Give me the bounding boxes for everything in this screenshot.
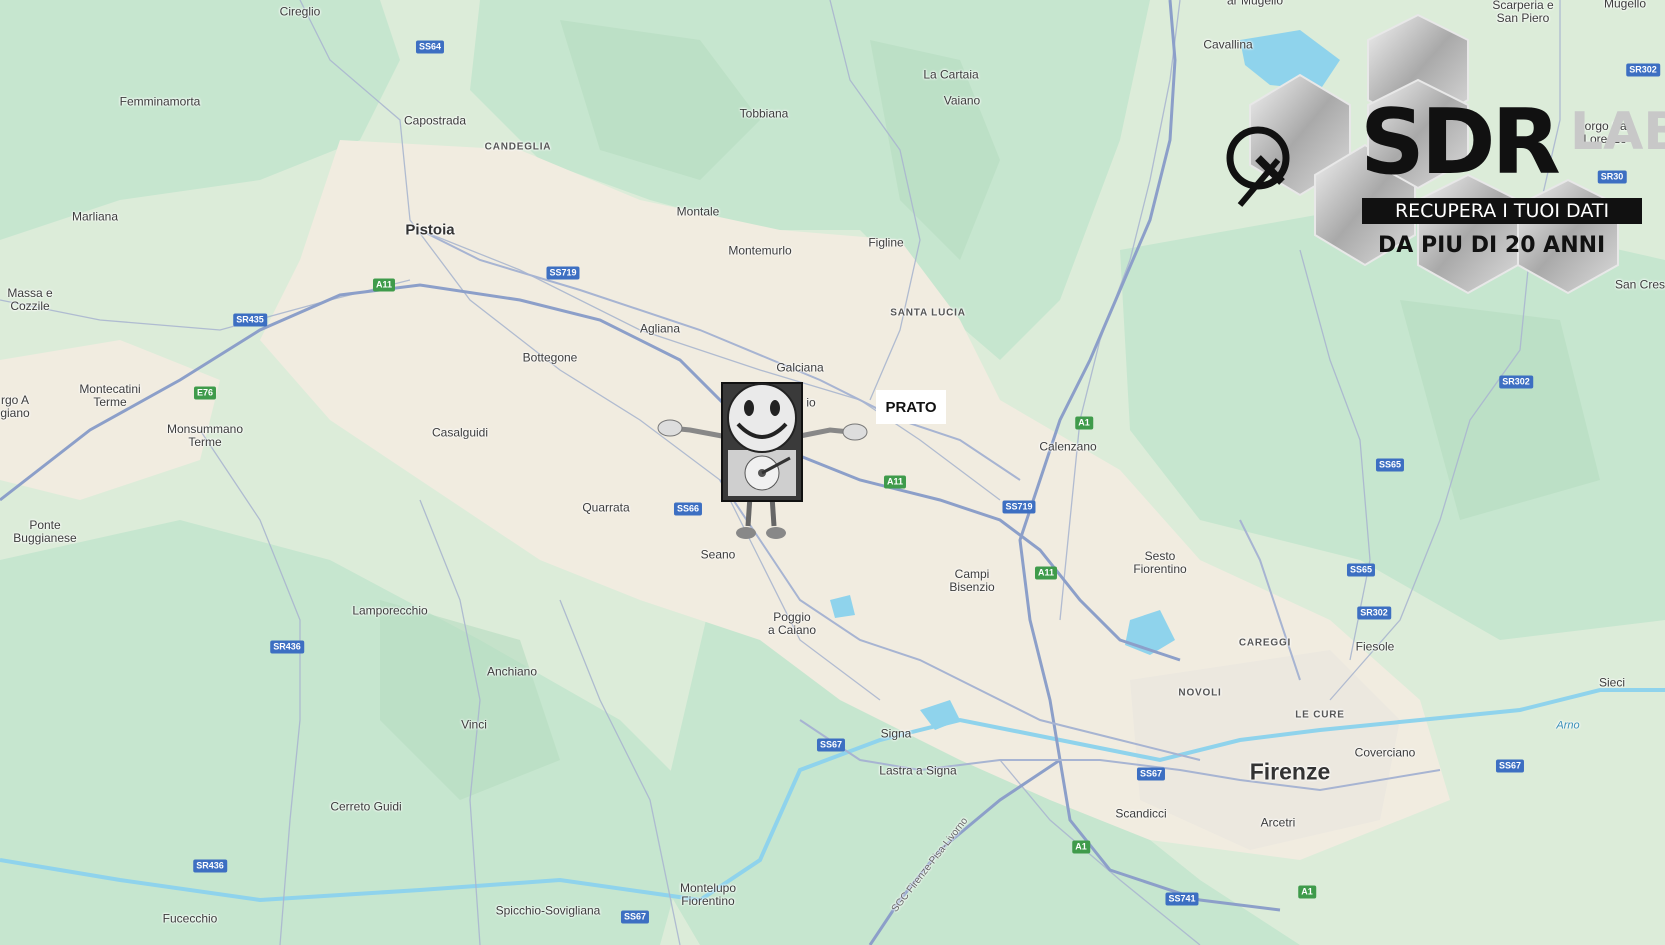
place-label[interactable]: Fucecchio xyxy=(163,912,218,926)
place-label[interactable]: Montelupo Fiorentino xyxy=(680,882,736,908)
place-label[interactable]: Montemurlo xyxy=(728,244,791,258)
sdr-lab-logo: SDR LAB RECUPERA I TUOI DATI DA PIU DI 2… xyxy=(1200,10,1665,325)
place-label[interactable]: Arcetri xyxy=(1261,816,1296,830)
place-label[interactable]: LE CURE xyxy=(1295,709,1345,722)
road-shield: SS67 xyxy=(816,738,846,752)
place-label[interactable]: Pistoia xyxy=(405,223,454,238)
place-label[interactable]: Massa e Cozzile xyxy=(7,287,52,313)
place-label[interactable]: Figline xyxy=(868,236,903,250)
place-label[interactable]: Vaiano xyxy=(944,94,980,108)
road-shield: SR436 xyxy=(270,640,304,654)
road-shield: E76 xyxy=(193,386,217,400)
road-shield: SS67 xyxy=(1495,759,1525,773)
place-label[interactable]: Campi Bisenzio xyxy=(949,568,994,594)
place-label[interactable]: Montecatini Terme xyxy=(79,383,140,409)
place-label[interactable]: Lamporecchio xyxy=(352,604,427,618)
place-label[interactable]: Firenze xyxy=(1250,760,1331,783)
place-label[interactable]: Aglianа xyxy=(640,322,680,336)
road-shield: SS67 xyxy=(620,910,650,924)
place-label[interactable]: Arno xyxy=(1556,720,1579,733)
place-label[interactable]: Poggio a Caiano xyxy=(768,611,816,637)
road-shield: SS719 xyxy=(546,266,580,280)
road-shield: SR302 xyxy=(1357,606,1391,620)
place-label[interactable]: Vinci xyxy=(461,718,487,732)
place-label[interactable]: Quarrata xyxy=(582,501,629,515)
road-shield: A1 xyxy=(1075,416,1093,430)
place-label[interactable]: CAREGGI xyxy=(1239,637,1291,650)
road-shield: A11 xyxy=(883,475,907,489)
place-label[interactable]: Galciana xyxy=(776,361,823,375)
road-shield: SS65 xyxy=(1346,563,1376,577)
logo-lab-text: LAB xyxy=(1570,102,1665,162)
place-label[interactable]: Mugello xyxy=(1604,0,1646,11)
road-shield: A1 xyxy=(1298,885,1316,899)
place-label[interactable]: Scandicci xyxy=(1115,807,1166,821)
road-shield: A1 xyxy=(1072,840,1090,854)
place-label[interactable]: Coverciano xyxy=(1355,746,1416,760)
place-label[interactable]: Tobbiana xyxy=(740,107,789,121)
road-shield: SS65 xyxy=(1375,458,1405,472)
logo-subline: DA PIU DI 20 ANNI xyxy=(1378,233,1606,258)
place-label[interactable]: CANDEGLIA xyxy=(485,141,552,154)
place-label[interactable]: Spicchio-Sovigliana xyxy=(496,904,601,918)
place-label[interactable]: Calenzano xyxy=(1039,440,1096,454)
place-label[interactable]: SANTA LUCIA xyxy=(890,307,965,320)
place-label[interactable]: Cireglio xyxy=(280,5,321,19)
place-label[interactable]: Cerreto Guidi xyxy=(330,800,401,814)
map-view[interactable]: Cireglio Femminamorta Capostrada CANDEGLIA P… xyxy=(0,0,1665,945)
place-label[interactable]: Fiesole xyxy=(1356,640,1395,654)
place-label[interactable]: Femminamorta xyxy=(120,95,201,109)
road-shield: A11 xyxy=(1034,566,1058,580)
road-shield: SR435 xyxy=(233,313,267,327)
place-label[interactable]: Sieci xyxy=(1599,676,1625,690)
road-shield: A11 xyxy=(372,278,396,292)
place-label[interactable]: Montale xyxy=(677,205,720,219)
place-label[interactable]: Signa xyxy=(881,727,912,741)
smiley-hard-drive-mascot xyxy=(657,382,868,539)
place-label[interactable]: NOVOLI xyxy=(1178,687,1221,700)
place-label[interactable]: Ponte Buggianese xyxy=(13,519,76,545)
prato-highlight-label[interactable]: PRATO xyxy=(876,390,946,424)
road-shield: SR302 xyxy=(1499,375,1533,389)
road-shield: SS741 xyxy=(1165,892,1199,906)
place-label[interactable]: Monsummano Terme xyxy=(167,423,243,449)
road-shield: SS64 xyxy=(415,40,445,54)
place-label[interactable]: Capostrada xyxy=(404,114,466,128)
place-label[interactable]: Casalguidi xyxy=(432,426,488,440)
place-label[interactable]: ar Mugello xyxy=(1227,0,1283,8)
place-label[interactable]: rgo A giano xyxy=(0,394,29,420)
place-label[interactable]: Bottegone xyxy=(523,351,578,365)
place-label[interactable]: Sesto Fiorentino xyxy=(1133,550,1186,576)
logo-main-text: SDR xyxy=(1360,90,1561,195)
place-label[interactable]: Marliana xyxy=(72,210,118,224)
road-shield: SR436 xyxy=(193,859,227,873)
road-shield: SS719 xyxy=(1002,500,1036,514)
place-label[interactable]: Lastra a Signa xyxy=(879,764,956,778)
road-shield: SS67 xyxy=(1136,767,1166,781)
logo-tagline: RECUPERA I TUOI DATI xyxy=(1362,198,1642,224)
place-label[interactable]: Anchiano xyxy=(487,665,537,679)
place-label[interactable]: La Cartaia xyxy=(923,68,978,82)
